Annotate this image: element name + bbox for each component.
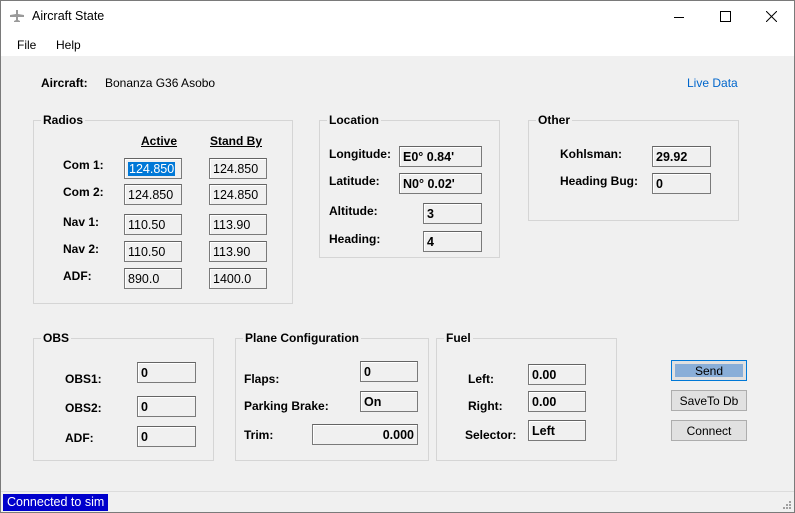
nav1-label: Nav 1: (63, 215, 100, 229)
connect-button[interactable]: Connect (671, 420, 747, 441)
maximize-button[interactable] (702, 1, 748, 32)
app-window: Aircraft State File Help Aircraft: Bonan… (0, 0, 795, 513)
active-header: Active (141, 134, 178, 148)
heading-bug-field[interactable]: 0 (652, 173, 711, 194)
adf-standby-field[interactable]: 1400.0 (209, 268, 267, 289)
fuel-selector-field[interactable]: Left (528, 420, 586, 441)
com2-standby-field[interactable]: 124.850 (209, 184, 267, 205)
menu-help[interactable]: Help (56, 38, 81, 52)
flaps-field[interactable]: 0 (360, 361, 418, 382)
fuel-selector-label: Selector: (465, 428, 517, 442)
parking-brake-label: Parking Brake: (244, 399, 329, 413)
heading-label: Heading: (329, 232, 381, 246)
com1-label: Com 1: (63, 158, 104, 172)
com2-active-field[interactable]: 124.850 (124, 184, 182, 205)
obs1-label: OBS1: (65, 372, 102, 386)
altitude-label: Altitude: (329, 204, 378, 218)
fuel-group: Fuel (436, 331, 617, 461)
obs2-label: OBS2: (65, 401, 102, 415)
latitude-field[interactable]: N0° 0.02' (399, 173, 482, 194)
fuel-left-field[interactable]: 0.00 (528, 364, 586, 385)
nav2-label: Nav 2: (63, 242, 100, 256)
aircraft-name: Bonanza G36 Asobo (105, 76, 216, 90)
kohlsman-field[interactable]: 29.92 (652, 146, 711, 167)
adf-active-field[interactable]: 890.0 (124, 268, 182, 289)
obs-adf-label: ADF: (65, 431, 94, 445)
latitude-label: Latitude: (329, 174, 380, 188)
other-group: Other (528, 113, 739, 221)
close-button[interactable] (748, 1, 794, 32)
send-button[interactable]: Send (671, 360, 747, 381)
location-title: Location (327, 113, 381, 127)
altitude-field[interactable]: 3 (423, 203, 482, 224)
heading-field[interactable]: 4 (423, 231, 482, 252)
live-data-link[interactable]: Live Data (687, 76, 738, 90)
fuel-title: Fuel (444, 331, 473, 345)
heading-bug-label: Heading Bug: (560, 174, 638, 188)
other-title: Other (536, 113, 573, 127)
standby-header: Stand By (210, 134, 263, 148)
minimize-button[interactable] (656, 1, 702, 32)
com1-active-field[interactable]: 124.850 (124, 158, 182, 179)
parking-brake-field[interactable]: On (360, 391, 418, 412)
menu-file[interactable]: File (17, 38, 36, 52)
connection-status: Connected to sim (3, 494, 109, 511)
nav1-active-field[interactable]: 110.50 (124, 214, 182, 235)
obs2-field[interactable]: 0 (137, 396, 196, 417)
status-bar: Connected to sim (1, 491, 794, 512)
aircraft-label: Aircraft: (41, 76, 88, 90)
nav2-active-field[interactable]: 110.50 (124, 241, 182, 262)
fuel-left-label: Left: (468, 372, 494, 386)
trim-label: Trim: (244, 428, 274, 442)
com1-standby-field[interactable]: 124.850 (209, 158, 267, 179)
obs1-field[interactable]: 0 (137, 362, 196, 383)
resize-grip-icon[interactable] (781, 499, 791, 509)
longitude-label: Longitude: (329, 147, 391, 161)
save-to-db-button[interactable]: SaveTo Db (671, 390, 747, 411)
radios-title: Radios (41, 113, 86, 127)
obs-title: OBS (41, 331, 72, 345)
window-title: Aircraft State (32, 9, 105, 23)
kohlsman-label: Kohlsman: (560, 147, 623, 161)
plane-config-title: Plane Configuration (243, 331, 361, 345)
obs-adf-field[interactable]: 0 (137, 426, 196, 447)
nav2-standby-field[interactable]: 113.90 (209, 241, 267, 262)
close-icon (765, 11, 777, 22)
fuel-right-label: Right: (468, 399, 503, 413)
title-bar: Aircraft State (1, 1, 794, 32)
maximize-icon (719, 11, 731, 22)
menu-bar: File Help (1, 32, 794, 56)
airplane-icon (10, 10, 24, 22)
longitude-field[interactable]: E0° 0.84' (399, 146, 482, 167)
com2-label: Com 2: (63, 185, 104, 199)
fuel-right-field[interactable]: 0.00 (528, 391, 586, 412)
flaps-label: Flaps: (244, 372, 280, 386)
nav1-standby-field[interactable]: 113.90 (209, 214, 267, 235)
adf-radio-label: ADF: (63, 269, 92, 283)
trim-field[interactable]: 0.000 (312, 424, 418, 445)
minimize-icon (674, 16, 684, 18)
